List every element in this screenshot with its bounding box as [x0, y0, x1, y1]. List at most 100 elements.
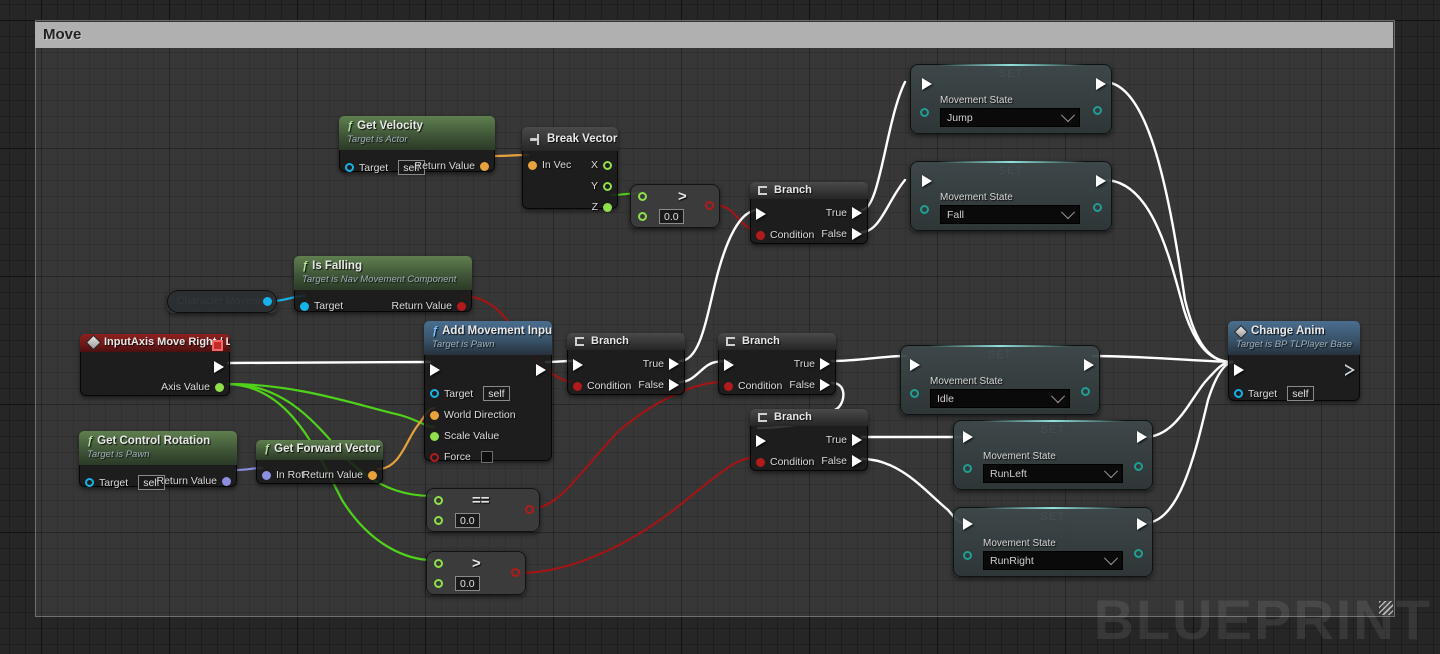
exec-in-group[interactable] — [573, 359, 583, 371]
target-pin-group[interactable]: Target self — [85, 475, 165, 490]
false-exec-pin-icon[interactable] — [852, 228, 862, 240]
true-pin-group[interactable]: True — [826, 434, 862, 446]
value-out-pin-icon[interactable] — [1134, 462, 1143, 471]
force-pin-icon[interactable] — [430, 452, 439, 462]
value-out-pin-icon[interactable] — [1093, 106, 1102, 115]
return-value-pin-icon[interactable] — [368, 470, 377, 480]
exec-in-group[interactable] — [724, 359, 734, 371]
value-in-pin-icon[interactable] — [910, 389, 919, 398]
exec-out-pin-icon[interactable] — [214, 361, 224, 373]
condition-pin-group[interactable]: Condition — [756, 456, 814, 468]
in-rot-group[interactable]: In Rot — [262, 469, 304, 481]
exec-in-pin-icon[interactable] — [963, 431, 973, 443]
exec-out-pin-icon[interactable] — [536, 364, 546, 376]
axis-value-group[interactable]: Axis Value — [161, 381, 224, 393]
exec-in-pin-icon[interactable] — [756, 208, 766, 220]
exec-in-pin-icon[interactable] — [724, 359, 734, 371]
true-exec-pin-icon[interactable] — [820, 358, 830, 370]
operand-a-pin-icon[interactable] — [638, 192, 647, 201]
value-out-pin-icon[interactable] — [1081, 387, 1090, 396]
node-branch-c[interactable]: Branch True Condition False — [750, 409, 868, 471]
comment-resize-handle[interactable] — [1379, 601, 1393, 615]
x-pin-icon[interactable] — [603, 160, 612, 170]
node-set-movement-state-runleft[interactable]: SET Movement State RunLeft — [953, 420, 1153, 490]
node-is-falling[interactable]: ƒ Is Falling Target is Nav Movement Compo… — [294, 256, 472, 312]
exec-out-group[interactable] — [1345, 364, 1355, 376]
axis-value-pin-icon[interactable] — [215, 382, 224, 392]
operand-a-pin-icon[interactable] — [434, 559, 443, 568]
false-exec-pin-icon[interactable] — [852, 455, 862, 467]
movement-state-dropdown[interactable]: Idle — [930, 388, 1070, 408]
event-stop-icon[interactable] — [212, 340, 223, 351]
z-pin-icon[interactable] — [603, 202, 612, 212]
condition-pin-icon[interactable] — [756, 230, 765, 240]
true-exec-pin-icon[interactable] — [852, 207, 862, 219]
target-pin-group[interactable]: Target self — [345, 160, 425, 175]
return-pin-group[interactable]: Return Value — [302, 469, 377, 481]
target-pin-group[interactable]: Target self — [430, 386, 510, 401]
condition-pin-icon[interactable] — [573, 381, 582, 391]
condition-pin-icon[interactable] — [756, 457, 765, 467]
movement-state-dropdown[interactable]: Jump — [940, 107, 1080, 127]
node-branch-a[interactable]: Branch True Condition False — [567, 333, 685, 395]
node-greater-than-axis-value[interactable]: > 0.0 — [426, 551, 526, 595]
node-get-control-rotation[interactable]: ƒ Get Control Rotation Target is Pawn Tar… — [79, 431, 237, 490]
comment-box[interactable] — [35, 20, 1395, 617]
operand-b-value-field[interactable]: 0.0 — [659, 209, 684, 224]
target-pin-group[interactable]: Target self — [1234, 386, 1314, 401]
exec-out-pin-icon[interactable] — [1137, 518, 1147, 530]
true-pin-group[interactable]: True — [826, 207, 862, 219]
return-pin-group[interactable]: Return Value — [414, 160, 489, 172]
force-checkbox[interactable] — [480, 451, 493, 463]
exec-in-group[interactable] — [1234, 364, 1244, 376]
y-pin-icon[interactable] — [603, 181, 612, 191]
node-break-vector[interactable]: Break Vector In Vec X Y Z — [522, 127, 618, 213]
blueprint-graph-canvas[interactable]: Move ƒ Get Velocity Target is Actor Targ… — [0, 0, 1440, 654]
operand-b-value-field[interactable]: 0.0 — [455, 576, 480, 591]
node-set-movement-state-fall[interactable]: SET Movement State Fall — [910, 161, 1112, 231]
target-pin-icon[interactable] — [430, 389, 439, 398]
true-exec-pin-icon[interactable] — [669, 358, 679, 370]
condition-pin-icon[interactable] — [724, 381, 733, 391]
false-pin-group[interactable]: False — [638, 379, 679, 391]
scale-value-pin-icon[interactable] — [430, 431, 439, 441]
in-rot-pin-icon[interactable] — [262, 470, 271, 480]
target-pin-icon[interactable] — [300, 301, 309, 311]
result-pin-icon[interactable] — [525, 505, 534, 514]
exec-out-pin-icon[interactable] — [1084, 359, 1094, 371]
world-direction-group[interactable]: World Direction — [430, 409, 516, 421]
condition-pin-group[interactable]: Condition — [756, 229, 814, 241]
exec-in-pin-icon[interactable] — [573, 359, 583, 371]
invec-pin-group[interactable]: In Vec — [528, 159, 571, 171]
exec-in-pin-icon[interactable] — [1234, 364, 1244, 376]
z-pin-group[interactable]: Z — [592, 201, 612, 213]
node-greater-than-velocity[interactable]: > 0.0 — [630, 184, 720, 228]
exec-in-group[interactable] — [756, 208, 766, 220]
movement-state-field-group[interactable]: Movement State Idle — [930, 376, 1070, 408]
exec-in-pin-icon[interactable] — [756, 435, 766, 447]
value-in-pin-icon[interactable] — [920, 108, 929, 117]
true-pin-group[interactable]: True — [794, 358, 830, 370]
in-vec-pin-icon[interactable] — [528, 160, 537, 170]
node-set-movement-state-jump[interactable]: SET Movement State Jump — [910, 64, 1112, 134]
result-pin-icon[interactable] — [511, 568, 520, 577]
false-exec-pin-icon[interactable] — [669, 379, 679, 391]
condition-pin-group[interactable]: Condition — [724, 380, 782, 392]
node-set-movement-state-runright[interactable]: SET Movement State RunRight — [953, 507, 1153, 577]
operand-b-pin-icon[interactable] — [434, 516, 443, 525]
false-exec-pin-icon[interactable] — [820, 379, 830, 391]
node-inputaxis-move-right-left[interactable]: InputAxis Move Right / Left Axis Value — [80, 334, 230, 396]
movement-state-field-group[interactable]: Movement State Fall — [940, 192, 1080, 224]
exec-in-pin-icon[interactable] — [922, 78, 932, 90]
node-character-movement-variable[interactable]: Character Movement — [167, 290, 277, 313]
exec-in-pin-icon[interactable] — [922, 175, 932, 187]
false-pin-group[interactable]: False — [789, 379, 830, 391]
exec-out-pin-icon[interactable] — [1096, 175, 1106, 187]
comment-title-bar[interactable]: Move — [35, 22, 1393, 48]
result-pin-icon[interactable] — [705, 201, 714, 210]
movement-state-field-group[interactable]: Movement State RunRight — [983, 538, 1123, 570]
condition-pin-group[interactable]: Condition — [573, 380, 631, 392]
false-pin-group[interactable]: False — [821, 455, 862, 467]
return-pin-group[interactable]: Return Value — [156, 475, 231, 487]
exec-in-group[interactable] — [756, 435, 766, 447]
